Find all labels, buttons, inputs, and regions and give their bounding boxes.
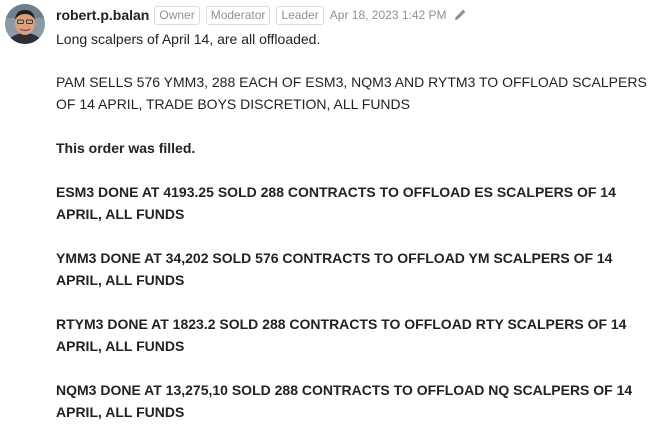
- fill-report-rtym3: RTYM3 DONE AT 1823.2 SOLD 288 CONTRACTS …: [56, 313, 656, 357]
- post-paragraph: Long scalpers of April 14, are all offlo…: [56, 31, 321, 47]
- badge-moderator[interactable]: Moderator: [205, 5, 271, 25]
- fill-report-esm3: ESM3 DONE AT 4193.25 SOLD 288 CONTRACTS …: [56, 181, 656, 225]
- fill-report-text: YMM3 DONE AT 34,202 SOLD 576 CONTRACTS T…: [56, 250, 613, 288]
- badge-owner[interactable]: Owner: [154, 5, 200, 25]
- order-filled-text: This order was filled.: [56, 140, 196, 156]
- fill-report-text: ESM3 DONE AT 4193.25 SOLD 288 CONTRACTS …: [56, 184, 616, 222]
- order-filled-note: This order was filled.: [56, 137, 656, 159]
- author-badges: Owner Moderator Leader: [154, 5, 324, 25]
- author-avatar[interactable]: [5, 4, 45, 44]
- fill-report-nqm3: NQM3 DONE AT 13,275,10 SOLD 288 CONTRACT…: [56, 379, 656, 423]
- post-body: Long scalpers of April 14, are all offlo…: [56, 28, 656, 445]
- pencil-icon[interactable]: [454, 9, 466, 21]
- post-date[interactable]: Apr 18, 2023 1:42 PM: [330, 8, 447, 22]
- author-username[interactable]: robert.p.balan: [56, 7, 149, 23]
- user-avatar-icon: [5, 4, 45, 44]
- post-paragraph: PAM SELLS 576 YMM3, 288 EACH OF ESM3, NQ…: [56, 74, 647, 112]
- fill-report-text: NQM3 DONE AT 13,275,10 SOLD 288 CONTRACT…: [56, 382, 633, 420]
- post-header: robert.p.balan Owner Moderator Leader Ap…: [56, 5, 466, 25]
- badge-leader[interactable]: Leader: [276, 5, 324, 25]
- fill-report-text: RTYM3 DONE AT 1823.2 SOLD 288 CONTRACTS …: [56, 316, 627, 354]
- fill-report-ymm3: YMM3 DONE AT 34,202 SOLD 576 CONTRACTS T…: [56, 247, 656, 291]
